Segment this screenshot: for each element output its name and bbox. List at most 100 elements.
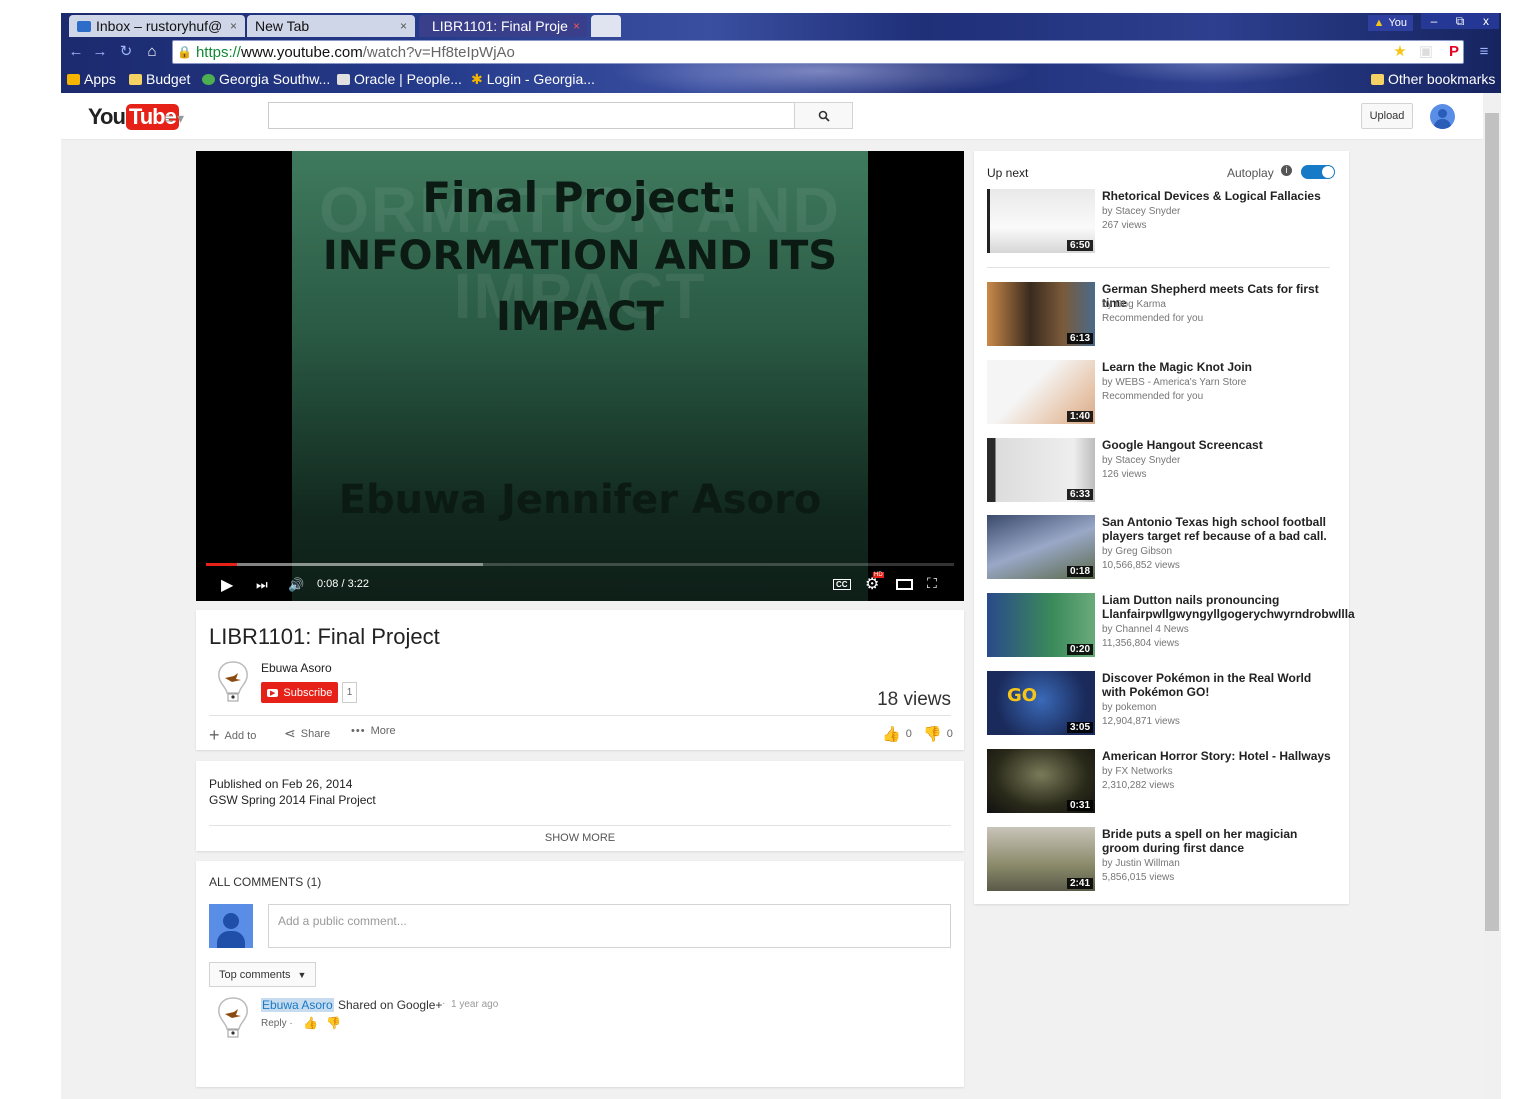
video-thumbnail[interactable]: GO 3:05 (987, 671, 1095, 735)
bookmark-other[interactable]: Other bookmarks (1371, 70, 1495, 88)
back-icon[interactable]: ← (67, 43, 85, 61)
video-title[interactable]: Rhetorical Devices & Logical Fallacies (1102, 189, 1338, 203)
duration-badge: 6:33 (1066, 489, 1093, 500)
new-tab-button[interactable] (591, 15, 621, 37)
upnext-item[interactable]: 2:41 Bride puts a spell on her magician … (987, 827, 1337, 893)
upload-button[interactable]: Upload (1361, 103, 1413, 129)
video-player[interactable]: ORMATION AND IMPACT Final Project: INFOR… (196, 151, 964, 601)
bookmark-georgia-southwestern[interactable]: Georgia Southw... (202, 70, 330, 88)
subscriber-count: 1 (342, 682, 357, 703)
search-button[interactable] (794, 102, 853, 129)
comment-sort-dropdown[interactable]: Top comments ▼ (209, 962, 317, 987)
autoplay-toggle[interactable] (1301, 165, 1335, 179)
video-thumbnail[interactable]: 0:31 (987, 749, 1095, 813)
reload-icon[interactable]: ↻ (117, 43, 135, 61)
comment-dislike-icon[interactable]: 👎 (326, 1016, 341, 1030)
upnext-item[interactable]: 6:50 Rhetorical Devices & Logical Fallac… (987, 189, 1337, 255)
bookmark-oracle[interactable]: Oracle | People... (337, 70, 462, 88)
share-button[interactable]: ⋖ Share (284, 725, 330, 742)
video-title[interactable]: Bride puts a spell on her magician groom… (1102, 827, 1338, 855)
pinterest-icon[interactable]: P (1445, 43, 1463, 61)
video-thumbnail[interactable]: 0:20 (987, 593, 1095, 657)
upnext-item[interactable]: 0:20 Liam Dutton nails pronouncing Llanf… (987, 593, 1355, 659)
upnext-item[interactable]: 0:18 San Antonio Texas high school footb… (987, 515, 1337, 581)
home-icon[interactable]: ⌂ (143, 43, 161, 61)
more-dots-icon: ••• (351, 725, 366, 737)
video-thumbnail[interactable]: 6:13 (987, 282, 1095, 346)
volume-icon[interactable]: 🔊 (288, 577, 304, 593)
star-icon[interactable]: ★ (1391, 43, 1409, 61)
channel-avatar[interactable] (216, 660, 250, 706)
restore-button[interactable]: ⧉ (1447, 13, 1473, 29)
tab-new[interactable]: New Tab × (247, 15, 415, 37)
forward-icon[interactable]: → (91, 43, 109, 61)
video-thumbnail[interactable]: 6:33 (987, 438, 1095, 502)
close-tab-icon[interactable]: × (400, 19, 407, 33)
tab-inbox[interactable]: Inbox – rustoryhuf@ × (69, 15, 245, 37)
tab-label: Inbox – rustoryhuf@ (96, 18, 223, 34)
account-avatar[interactable] (1430, 104, 1455, 129)
upnext-item[interactable]: GO 3:05 Discover Pokémon in the Real Wor… (987, 671, 1337, 737)
play-icon[interactable]: ▶ (221, 575, 233, 595)
comment-time[interactable]: 1 year ago (451, 999, 498, 1010)
subscribe-button[interactable]: ▶ Subscribe (261, 682, 339, 703)
upnext-item[interactable]: 1:40 Learn the Magic Knot Join by WEBS -… (987, 360, 1337, 426)
theater-mode-icon[interactable] (896, 579, 913, 590)
tab-youtube[interactable]: LIBR1101: Final Proje × (419, 15, 587, 37)
dislike-button[interactable]: 👎 0 (923, 725, 953, 743)
comment-like-icon[interactable]: 👍 (303, 1016, 318, 1030)
comments-header: ALL COMMENTS (1) (209, 875, 322, 889)
minimize-button[interactable]: – (1421, 13, 1447, 29)
fullscreen-icon[interactable]: ⛶ (927, 575, 937, 592)
bookmark-budget[interactable]: Budget (129, 70, 190, 88)
search-input[interactable] (268, 102, 795, 129)
site-favicon-icon (202, 73, 215, 85)
show-more-button[interactable]: SHOW MORE (196, 832, 964, 844)
share-label: Share (300, 727, 331, 740)
video-thumbnail[interactable]: 0:18 (987, 515, 1095, 579)
scrollbar-thumb[interactable] (1485, 113, 1499, 931)
bookmark-label: Other bookmarks (1388, 71, 1496, 87)
video-thumbnail[interactable]: 2:41 (987, 827, 1095, 891)
video-title[interactable]: American Horror Story: Hotel - Hallways (1102, 749, 1338, 763)
bookmark-apps[interactable]: Apps (67, 70, 116, 88)
extension-icon[interactable]: ▣ (1417, 43, 1435, 61)
video-channel: by pokemon (1102, 702, 1157, 713)
close-window-button[interactable]: x (1473, 13, 1499, 29)
close-tab-icon[interactable]: × (230, 19, 237, 33)
bookmark-login-georgia[interactable]: ✱ Login - Georgia... (471, 70, 595, 88)
address-bar[interactable]: 🔒 https://www.youtube.com/watch?v=Hf8teI… (172, 40, 1464, 64)
video-thumbnail[interactable]: 1:40 (987, 360, 1095, 424)
info-icon[interactable]: i (1281, 165, 1292, 176)
commenter-avatar[interactable] (216, 996, 250, 1042)
like-button[interactable]: 👍 0 (882, 725, 912, 743)
share-icon: ⋖ (284, 725, 296, 741)
channel-name[interactable]: Ebuwa Asoro (261, 661, 332, 675)
comment-author[interactable]: Ebuwa Asoro (261, 998, 334, 1012)
comment-shared-text: Shared on Google+ (338, 998, 443, 1012)
next-icon[interactable]: ⏭ (256, 577, 268, 593)
upnext-item[interactable]: 0:31 American Horror Story: Hotel - Hall… (987, 749, 1337, 815)
video-thumbnail[interactable]: 6:50 (987, 189, 1095, 253)
add-to-button[interactable]: + Add to (209, 725, 256, 746)
video-channel: by Greg Gibson (1102, 546, 1173, 557)
guide-menu-icon[interactable]: ≡ ▾ (165, 110, 184, 127)
menu-icon[interactable]: ≡ (1475, 43, 1493, 61)
upnext-item[interactable]: 6:33 Google Hangout Screencast by Stacey… (987, 438, 1337, 504)
duration-badge: 2:41 (1066, 878, 1093, 889)
more-button[interactable]: ••• More (351, 725, 396, 737)
page-scrollbar[interactable] (1483, 93, 1501, 1099)
comment-input[interactable]: Add a public comment... (268, 904, 951, 948)
upnext-item[interactable]: 6:13 German Shepherd meets Cats for firs… (987, 282, 1337, 348)
progress-bar[interactable] (206, 563, 954, 566)
video-title[interactable]: Discover Pokémon in the Real World with … (1102, 671, 1338, 699)
close-tab-icon[interactable]: × (573, 19, 580, 33)
reply-button[interactable]: Reply · (261, 1018, 293, 1029)
video-title[interactable]: Liam Dutton nails pronouncing Llanfairpw… (1102, 593, 1355, 621)
profile-name: You (1388, 17, 1407, 29)
video-title[interactable]: Learn the Magic Knot Join (1102, 360, 1338, 374)
video-title[interactable]: San Antonio Texas high school football p… (1102, 515, 1338, 543)
video-title[interactable]: Google Hangout Screencast (1102, 438, 1338, 452)
profile-badge[interactable]: ▲ You (1367, 15, 1413, 31)
captions-icon[interactable]: CC (833, 579, 851, 590)
